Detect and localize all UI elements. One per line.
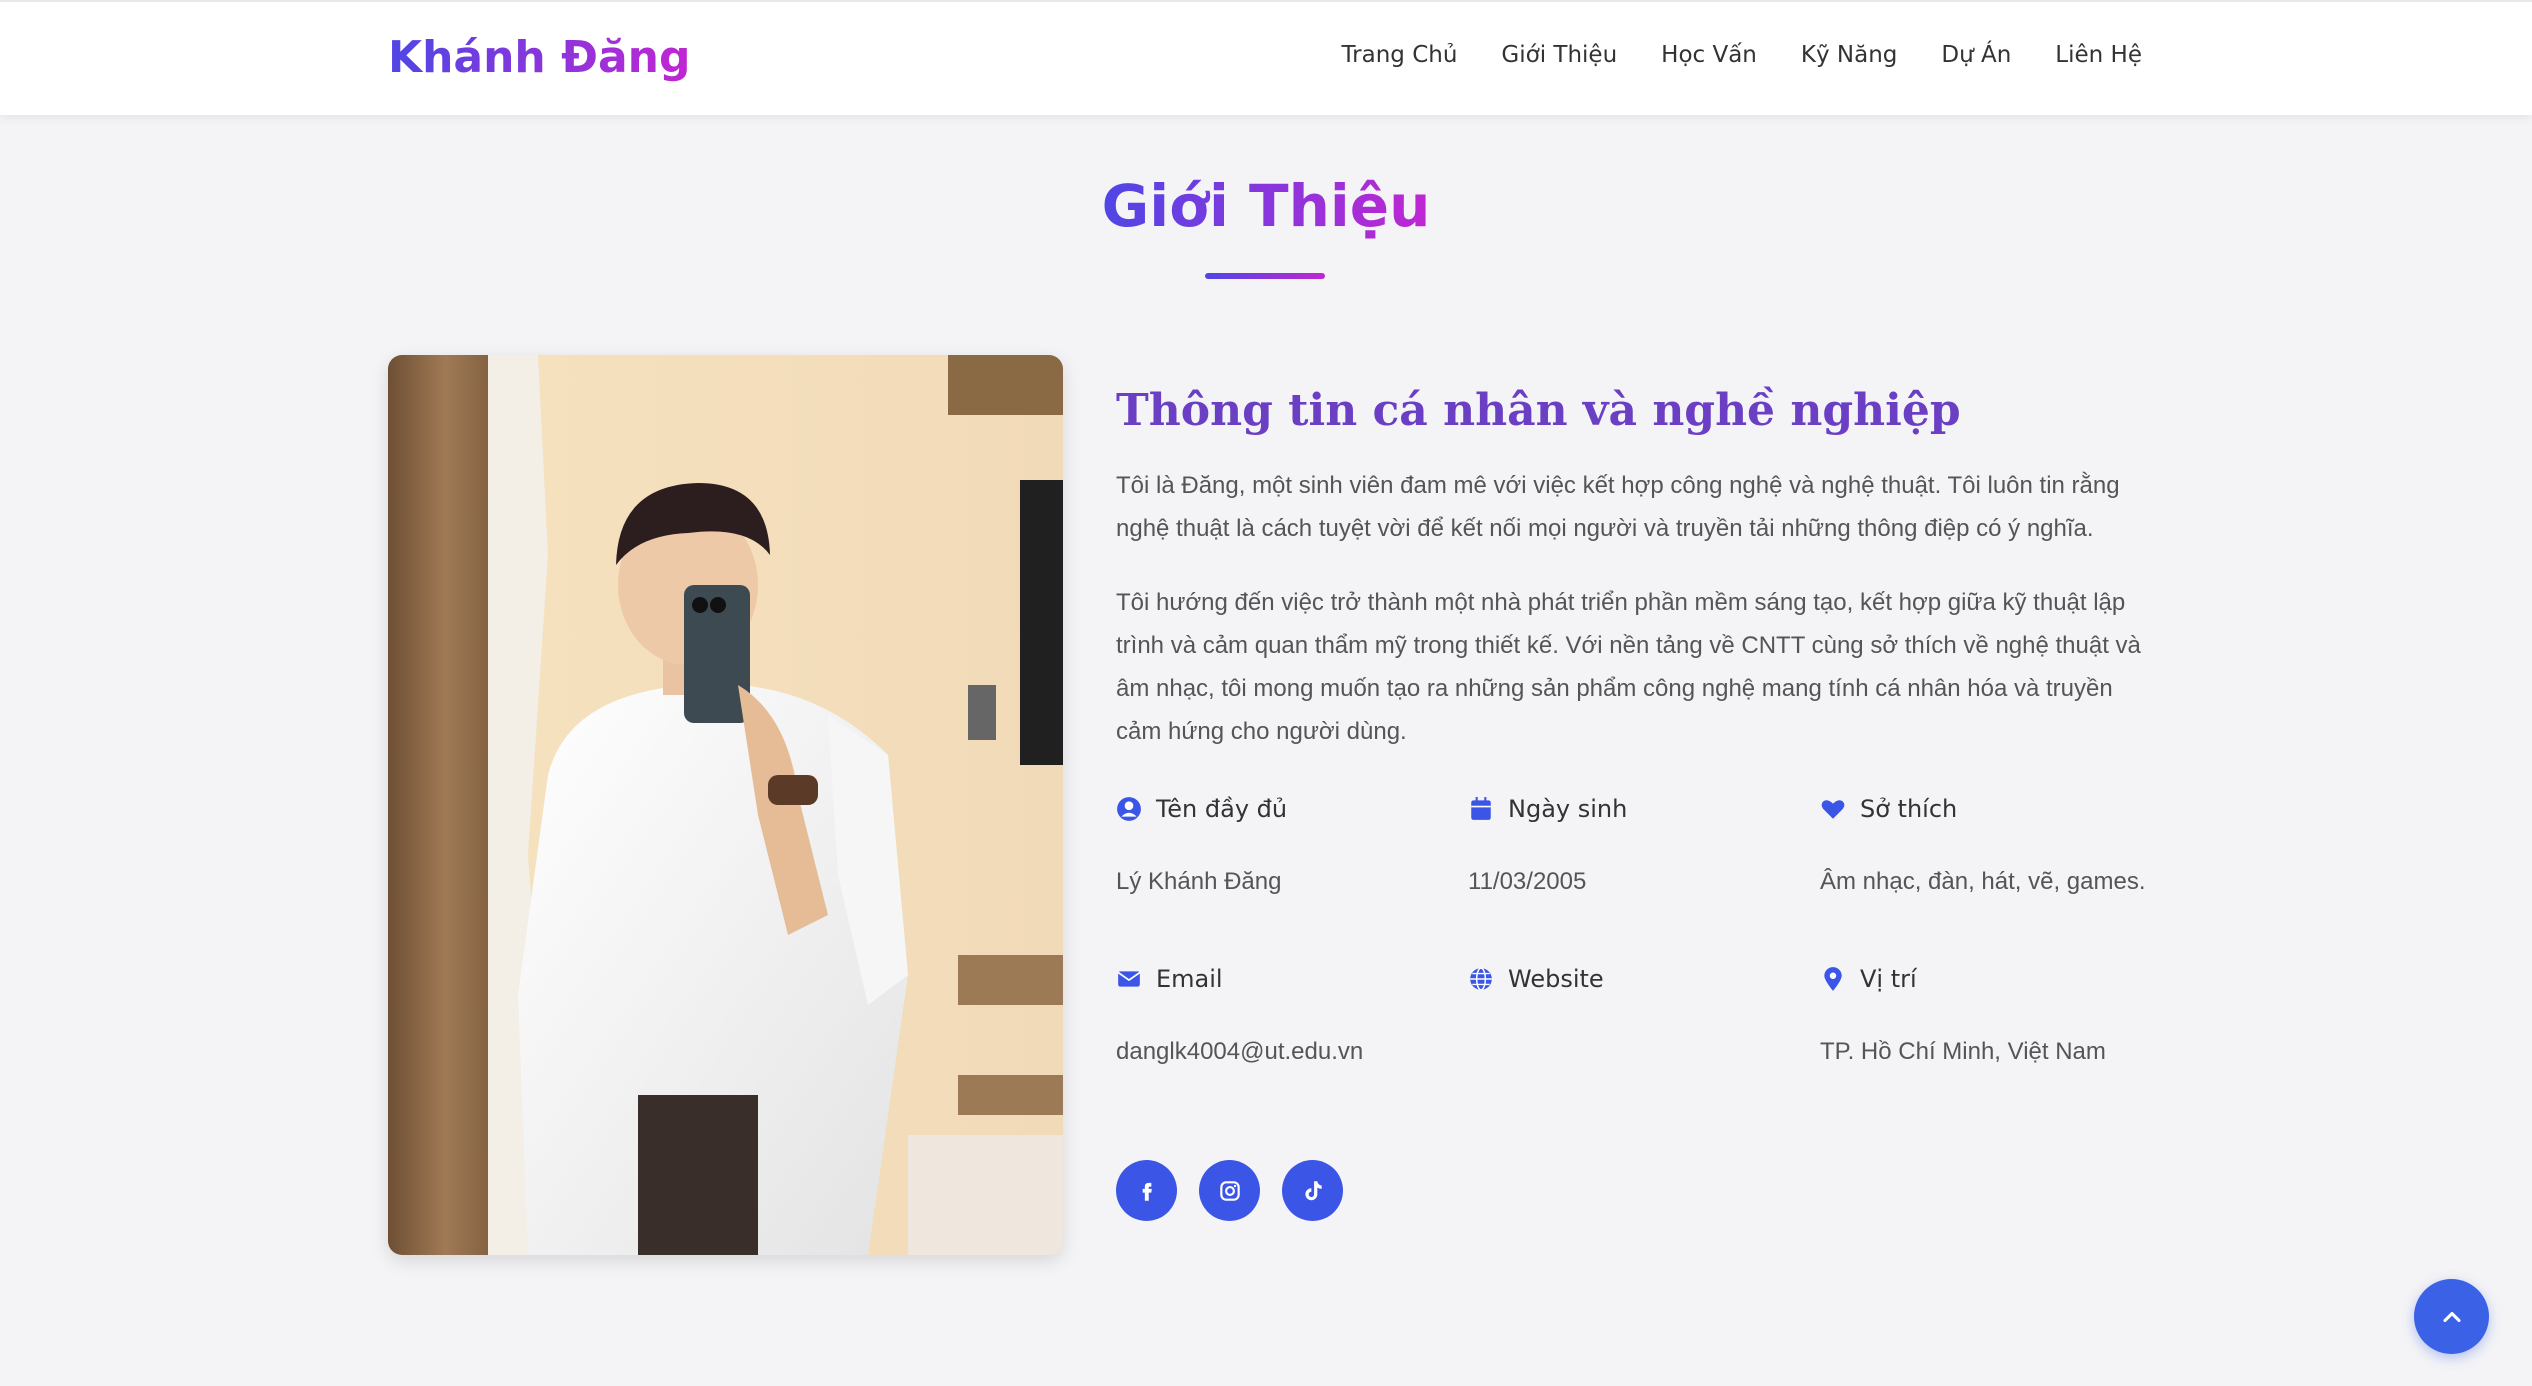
info-value[interactable] <box>1468 1038 1820 1067</box>
user-circle-icon <box>1117 797 1141 821</box>
social-links <box>1116 1160 1343 1221</box>
info-hobbies: Sở thích Âm nhạc, đàn, hát, vẽ, games. <box>1820 795 2146 897</box>
info-value: TP. Hồ Chí Minh, Việt Nam <box>1820 1038 2106 1065</box>
about-paragraph-1: Tôi là Đăng, một sinh viên đam mê với vi… <box>1116 472 2120 542</box>
calendar-icon <box>1471 797 1491 820</box>
info-label: Website <box>1508 965 1604 993</box>
personal-info-grid: Tên đầy đủ Lý Khánh Đăng Ngày sinh 11/03… <box>1116 795 2146 1067</box>
info-website: Website <box>1468 965 1820 1067</box>
site-header: Khánh Đăng Trang Chủ Giới Thiệu Học Vấn … <box>0 0 2532 115</box>
info-label: Sở thích <box>1860 795 1958 823</box>
profile-photo <box>388 355 1063 1255</box>
nav-trang-chu[interactable]: Trang Chủ <box>1342 42 1458 68</box>
info-label: Email <box>1156 965 1223 993</box>
about-content: Thông tin cá nhân và nghề nghiệp Tôi là … <box>1116 385 2146 784</box>
main-nav: Trang Chủ Giới Thiệu Học Vấn Kỹ Năng Dự … <box>1342 42 2143 68</box>
info-label: Tên đầy đủ <box>1156 795 1288 823</box>
about-subtitle: Thông tin cá nhân và nghề nghiệp <box>1116 385 1961 436</box>
info-label: Vị trí <box>1860 965 1917 993</box>
nav-ky-nang[interactable]: Kỹ Năng <box>1801 42 1897 68</box>
instagram-button[interactable] <box>1199 1160 1260 1221</box>
info-value: Lý Khánh Đăng <box>1116 868 1282 895</box>
info-email: Email danglk4004@ut.edu.vn <box>1116 965 1468 1067</box>
nav-gioi-thieu[interactable]: Giới Thiệu <box>1501 42 1617 68</box>
info-value: Âm nhạc, đàn, hát, vẽ, games. <box>1820 868 2146 895</box>
tiktok-button[interactable] <box>1282 1160 1343 1221</box>
site-logo[interactable]: Khánh Đăng <box>388 32 690 83</box>
about-paragraph-2: Tôi hướng đến việc trở thành một nhà phá… <box>1116 589 2141 745</box>
section-heading: Giới Thiệu <box>0 172 2532 240</box>
scroll-to-top-button[interactable] <box>2414 1279 2489 1354</box>
nav-hoc-van[interactable]: Học Vấn <box>1661 42 1757 68</box>
facebook-button[interactable] <box>1116 1160 1177 1221</box>
info-birthday: Ngày sinh 11/03/2005 <box>1468 795 1820 897</box>
info-location: Vị trí TP. Hồ Chí Minh, Việt Nam <box>1820 965 2146 1067</box>
info-value[interactable]: danglk4004@ut.edu.vn <box>1116 1038 1468 1067</box>
info-value: 11/03/2005 <box>1468 868 1587 895</box>
info-full-name: Tên đầy đủ Lý Khánh Đăng <box>1116 795 1468 897</box>
tiktok-icon <box>1304 1180 1322 1200</box>
chevron-up-icon <box>2442 1311 2461 1322</box>
nav-du-an[interactable]: Dự Án <box>1941 42 2011 68</box>
section-title: Giới Thiệu <box>1101 172 1431 240</box>
heart-icon <box>1821 800 1845 819</box>
envelope-icon <box>1117 971 1141 987</box>
instagram-icon <box>1219 1180 1240 1201</box>
info-label: Ngày sinh <box>1508 795 1628 823</box>
facebook-icon <box>1142 1182 1152 1201</box>
map-pin-icon <box>1824 967 1842 991</box>
nav-lien-he[interactable]: Liên Hệ <box>2055 42 2142 68</box>
globe-icon <box>1470 967 1492 991</box>
title-underline <box>1205 273 1325 279</box>
